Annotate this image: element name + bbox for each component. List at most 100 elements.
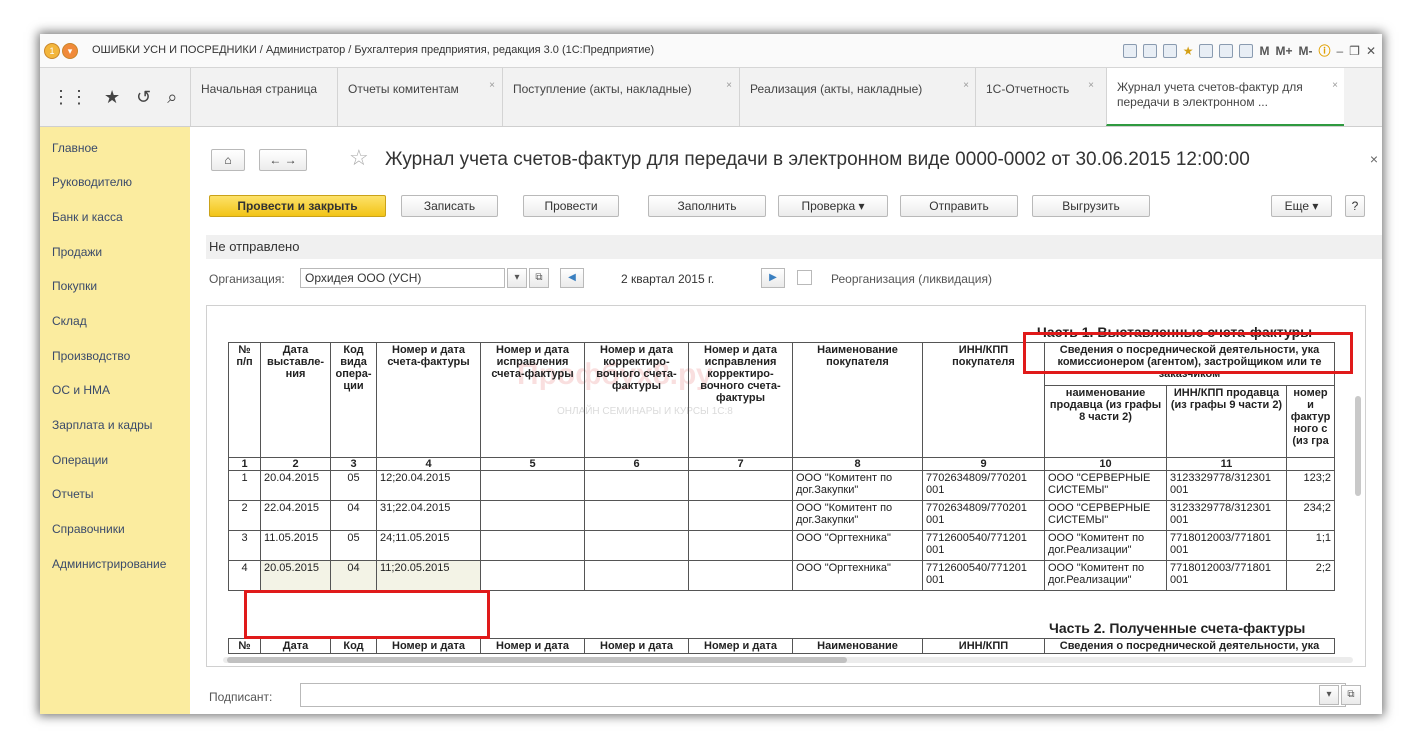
memory-plus-button[interactable]: M+ — [1275, 44, 1292, 58]
tab-commitent-reports[interactable]: Отчеты комитентам × — [337, 68, 501, 126]
tab-close-icon[interactable]: × — [726, 80, 732, 91]
horizontal-scrollbar[interactable] — [223, 657, 1353, 663]
sidebar-item-main[interactable]: Главное — [52, 141, 98, 155]
app-logo-icon[interactable]: 1 — [44, 43, 60, 59]
tab-sales[interactable]: Реализация (акты, накладные) × — [739, 68, 975, 126]
tab-invoice-journal[interactable]: Журнал учета счетов-фактур для передачи … — [1106, 68, 1344, 126]
scroll-thumb[interactable] — [227, 657, 847, 663]
history-clock-icon[interactable]: ↺ — [136, 87, 151, 108]
main-menu-icon[interactable]: ▾ — [62, 43, 78, 59]
check-dropdown-button[interactable]: Проверка ▾ — [778, 195, 888, 217]
tab-close-icon[interactable]: × — [963, 80, 969, 91]
cell-buyer-inn: 7712600540/771201 001 — [922, 560, 1045, 591]
cell-invoice: 12;20.04.2015 — [376, 470, 481, 501]
status-bar: Не отправлено — [206, 235, 1382, 259]
sidebar-item-admin[interactable]: Администрирование — [52, 557, 166, 571]
post-button[interactable]: Провести — [523, 195, 619, 217]
tab-receipts[interactable]: Поступление (акты, накладные) × — [502, 68, 738, 126]
tab-close-icon[interactable]: × — [489, 80, 495, 91]
home-button[interactable]: ⌂ — [211, 149, 245, 171]
column-number: 3 — [330, 457, 377, 471]
restore-icon[interactable]: ❐ — [1349, 44, 1360, 58]
period-prev-button[interactable]: ◀ — [560, 268, 584, 288]
table-row[interactable]: 2 22.04.2015 04 31;22.04.2015 ООО "Комит… — [228, 500, 1335, 531]
sidebar-item-purchases[interactable]: Покупки — [52, 279, 97, 293]
sidebar-item-operations[interactable]: Операции — [52, 453, 108, 467]
tab-label: Начальная страница — [201, 82, 318, 96]
send-button[interactable]: Отправить — [900, 195, 1018, 217]
signer-field[interactable] — [300, 683, 1346, 707]
sidebar-item-references[interactable]: Справочники — [52, 522, 125, 536]
org-field[interactable]: Орхидея ООО (УСН) — [300, 268, 505, 288]
org-dropdown-button[interactable]: ▾ — [507, 268, 527, 288]
memory-button[interactable]: M — [1259, 44, 1269, 58]
header-cell: Номер и дата корректиро-вочного счета-фа… — [584, 342, 689, 458]
app-window: 1 ▾ ОШИБКИ УСН И ПОСРЕДНИКИ / Администра… — [40, 34, 1382, 714]
cell-correction — [480, 470, 585, 501]
calendar-icon[interactable] — [1239, 43, 1254, 58]
save-button[interactable]: Записать — [401, 195, 498, 217]
search-icon[interactable]: ⌕ — [167, 87, 177, 108]
star-icon[interactable]: ★ — [104, 87, 120, 108]
tab-close-icon[interactable]: × — [1088, 80, 1094, 91]
post-and-close-button[interactable]: Провести и закрыть — [209, 195, 386, 217]
sidebar-item-warehouse[interactable]: Склад — [52, 314, 87, 328]
memory-minus-button[interactable]: M- — [1298, 44, 1312, 58]
sidebar-item-manager[interactable]: Руководителю — [52, 175, 132, 189]
sidebar-item-sales[interactable]: Продажи — [52, 245, 102, 259]
favorite-star-icon[interactable]: ☆ — [349, 145, 369, 171]
close-form-icon[interactable]: × — [1370, 151, 1378, 167]
table-row[interactable]: 1 20.04.2015 05 12;20.04.2015 ООО "Комит… — [228, 470, 1335, 501]
table-header-row: № Дата Код Номер и дата Номер и дата Ном… — [228, 638, 1335, 654]
close-icon[interactable]: ✕ — [1366, 44, 1376, 58]
column-number — [1286, 457, 1335, 471]
table-row-selected[interactable]: 4 20.05.2015 04 11;20.05.2015 ООО "Оргте… — [228, 560, 1335, 591]
nav-icons: ⋮⋮ ★ ↺ ⌕ — [40, 68, 190, 126]
cell-buyer: ООО "Оргтехника" — [792, 560, 923, 591]
table-row[interactable]: 3 11.05.2015 05 24;11.05.2015 ООО "Оргте… — [228, 530, 1335, 561]
menu-grid-icon[interactable]: ⋮⋮ — [52, 87, 88, 108]
header-cell: № п/п — [228, 342, 261, 458]
org-open-button[interactable]: ⧉ — [529, 268, 549, 288]
cell-op-code: 05 — [330, 530, 377, 561]
cell-seller: ООО "СЕРВЕРНЫЕ СИСТЕМЫ" — [1044, 500, 1167, 531]
sidebar-item-bank[interactable]: Банк и касса — [52, 210, 123, 224]
tab-1c-reporting[interactable]: 1С-Отчетность × — [975, 68, 1100, 126]
tab-home[interactable]: Начальная страница — [190, 68, 330, 126]
tab-label: Отчеты комитентам — [348, 82, 459, 96]
received-invoice-table: № Дата Код Номер и дата Номер и дата Ном… — [228, 638, 1335, 654]
sidebar-item-salary[interactable]: Зарплата и кадры — [52, 418, 152, 432]
reorg-checkbox[interactable] — [797, 270, 812, 285]
send-status: Не отправлено — [209, 239, 300, 254]
sidebar-item-reports[interactable]: Отчеты — [52, 487, 93, 501]
info-icon[interactable]: ⓘ — [1318, 42, 1330, 59]
period-next-button[interactable]: ▶ — [761, 268, 785, 288]
signer-dropdown-button[interactable]: ▾ — [1319, 685, 1339, 705]
vertical-scrollbar[interactable] — [1355, 396, 1361, 496]
more-button[interactable]: Еще ▾ — [1271, 195, 1332, 217]
minimize-icon[interactable]: – — [1336, 44, 1343, 58]
invoice-table: № п/п Дата выставле-ния Код вида опера-ц… — [228, 342, 1335, 591]
upload-button[interactable]: Выгрузить — [1032, 195, 1150, 217]
check-label: Проверка — [801, 199, 856, 213]
back-forward-buttons[interactable]: ← → — [259, 149, 307, 171]
tab-close-icon[interactable]: × — [1332, 80, 1338, 91]
header-cell: Номер и дата исправления корректиро-вочн… — [688, 342, 793, 458]
more-label: Еще — [1284, 199, 1310, 213]
column-number: 8 — [792, 457, 923, 471]
signer-open-button[interactable]: ⧉ — [1341, 685, 1361, 705]
tab-label: Поступление (акты, накладные) — [513, 82, 692, 96]
help-button[interactable]: ? — [1345, 195, 1365, 217]
history-icon[interactable] — [1199, 43, 1214, 58]
preview-icon[interactable] — [1162, 43, 1177, 58]
print-icon[interactable] — [1142, 43, 1157, 58]
cell-adjustment-correction — [688, 560, 793, 591]
sidebar-item-fixed-assets[interactable]: ОС и НМА — [52, 383, 110, 397]
calculator-icon[interactable] — [1219, 43, 1234, 58]
favorites-icon[interactable]: ★ — [1183, 44, 1194, 58]
fill-button[interactable]: Заполнить — [648, 195, 766, 217]
tab-label: 1С-Отчетность — [986, 82, 1070, 96]
save-icon[interactable] — [1122, 43, 1137, 58]
sidebar-item-production[interactable]: Производство — [52, 349, 130, 363]
chevron-down-icon: ▾ — [858, 199, 865, 213]
